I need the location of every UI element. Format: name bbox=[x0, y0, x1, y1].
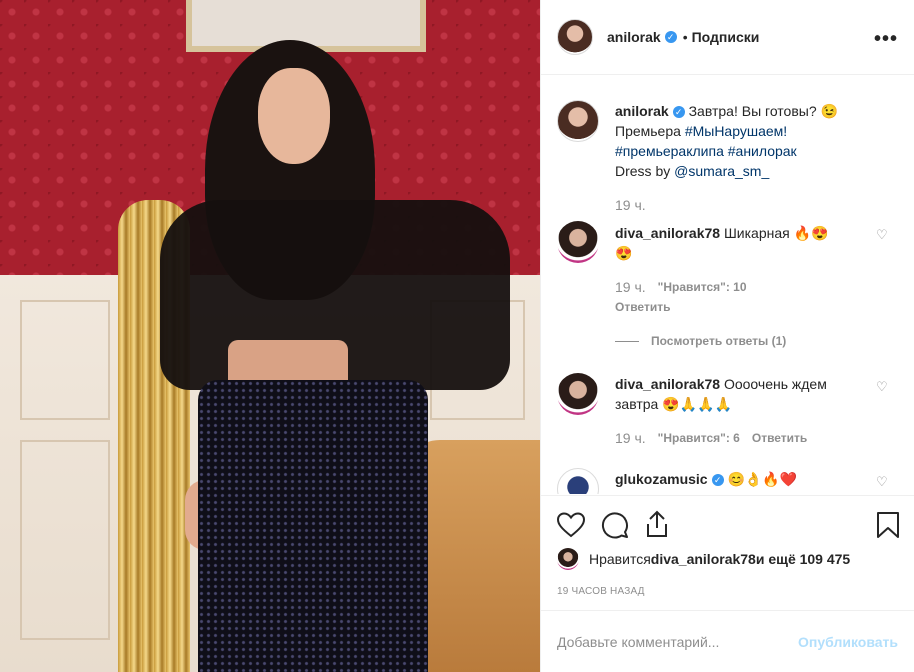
comment: glukozamusic ✓ 😊👌🔥❤️ ♡ bbox=[557, 468, 898, 494]
liker-username[interactable]: diva_anilorak78 bbox=[651, 551, 756, 567]
action-bar bbox=[541, 495, 914, 550]
comment-icon[interactable] bbox=[601, 511, 629, 539]
comment-time[interactable]: 19 ч. bbox=[615, 428, 646, 448]
post-side-panel: anilorak ✓ • Подписки ••• anilorak ✓ Завт… bbox=[540, 0, 914, 672]
caption-username[interactable]: anilorak bbox=[615, 103, 669, 119]
caption-text: Завтра! Вы готовы? 😉 bbox=[688, 103, 838, 119]
caption-time[interactable]: 19 ч. bbox=[615, 195, 646, 215]
liker-avatar[interactable] bbox=[557, 548, 579, 570]
comments-list[interactable]: anilorak ✓ Завтра! Вы готовы? 😉 Премьера … bbox=[541, 76, 914, 494]
mention-link[interactable]: @sumara_sm_ bbox=[674, 163, 769, 179]
view-replies-button[interactable]: Посмотреть ответы (1) bbox=[651, 331, 786, 351]
likes-summary: Нравится diva_anilorak78 и ещё 109 475 bbox=[557, 548, 850, 570]
comment-text: 😊👌🔥❤️ bbox=[727, 471, 798, 487]
comment-input[interactable]: Добавьте комментарий... bbox=[557, 634, 798, 650]
comment-username[interactable]: diva_anilorak78 bbox=[615, 225, 720, 241]
post-header: anilorak ✓ • Подписки ••• bbox=[541, 0, 914, 75]
author-avatar[interactable] bbox=[557, 100, 599, 142]
hashtag-link[interactable]: #анилорак bbox=[728, 143, 797, 159]
caption-text: Dress by bbox=[615, 163, 675, 179]
reply-button[interactable]: Ответить bbox=[615, 297, 670, 317]
commenter-avatar[interactable] bbox=[557, 468, 599, 494]
comment-text: 😍 bbox=[615, 245, 633, 261]
comment-text: Оооочень ждем bbox=[723, 376, 827, 392]
more-icon[interactable]: ••• bbox=[874, 28, 898, 51]
panel-molding bbox=[20, 300, 110, 420]
comment-text: Шикарная 🔥😍 bbox=[723, 225, 829, 241]
hashtag-link[interactable]: #МыНарушаем! bbox=[685, 123, 787, 139]
comment-likes[interactable]: "Нравится": 10 bbox=[658, 277, 747, 297]
comment-like-icon[interactable]: ♡ bbox=[876, 474, 888, 489]
comment-like-icon[interactable]: ♡ bbox=[876, 227, 888, 242]
comment-username[interactable]: glukozamusic bbox=[615, 471, 708, 487]
author-username[interactable]: anilorak bbox=[607, 29, 661, 45]
replies-line bbox=[615, 340, 639, 342]
comment-like-icon[interactable]: ♡ bbox=[876, 379, 888, 394]
comment-likes[interactable]: "Нравится": 6 bbox=[658, 428, 740, 448]
publish-button[interactable]: Опубликовать bbox=[798, 634, 898, 650]
verified-icon: ✓ bbox=[672, 106, 685, 119]
add-comment-bar: Добавьте комментарий... Опубликовать bbox=[541, 610, 914, 672]
face bbox=[258, 68, 330, 164]
bookmark-icon[interactable] bbox=[876, 511, 900, 539]
comment: diva_anilorak78 Оооочень ждем завтра 😍🙏🙏… bbox=[557, 373, 898, 448]
heart-icon[interactable] bbox=[557, 512, 585, 538]
post-photo[interactable] bbox=[0, 0, 540, 672]
comment-text: завтра 😍🙏🙏🙏 bbox=[615, 396, 732, 412]
commenter-avatar[interactable] bbox=[557, 221, 599, 263]
sequin-pants bbox=[198, 380, 428, 672]
caption-text: Премьера bbox=[615, 123, 685, 139]
likes-count[interactable]: и ещё 109 475 bbox=[756, 551, 850, 567]
share-icon[interactable] bbox=[645, 510, 669, 538]
commenter-avatar[interactable] bbox=[557, 373, 599, 415]
verified-icon: ✓ bbox=[711, 474, 724, 487]
separator: • bbox=[682, 29, 688, 45]
comment: diva_anilorak78 Шикарная 🔥😍 😍 19 ч. "Нра… bbox=[557, 221, 898, 351]
comment-time[interactable]: 19 ч. bbox=[615, 277, 646, 297]
caption: anilorak ✓ Завтра! Вы готовы? 😉 Премьера … bbox=[557, 100, 898, 215]
following-button[interactable]: Подписки bbox=[692, 29, 760, 45]
hashtag-link[interactable]: #премьераклипа bbox=[615, 143, 724, 159]
verified-icon: ✓ bbox=[664, 31, 677, 43]
panel-molding bbox=[20, 440, 110, 640]
post-timestamp[interactable]: 19 ЧАСОВ НАЗАД bbox=[557, 586, 645, 597]
likes-prefix: Нравится bbox=[589, 551, 651, 567]
comment-username[interactable]: diva_anilorak78 bbox=[615, 376, 720, 392]
author-avatar[interactable] bbox=[557, 19, 593, 55]
reply-button[interactable]: Ответить bbox=[752, 428, 807, 448]
